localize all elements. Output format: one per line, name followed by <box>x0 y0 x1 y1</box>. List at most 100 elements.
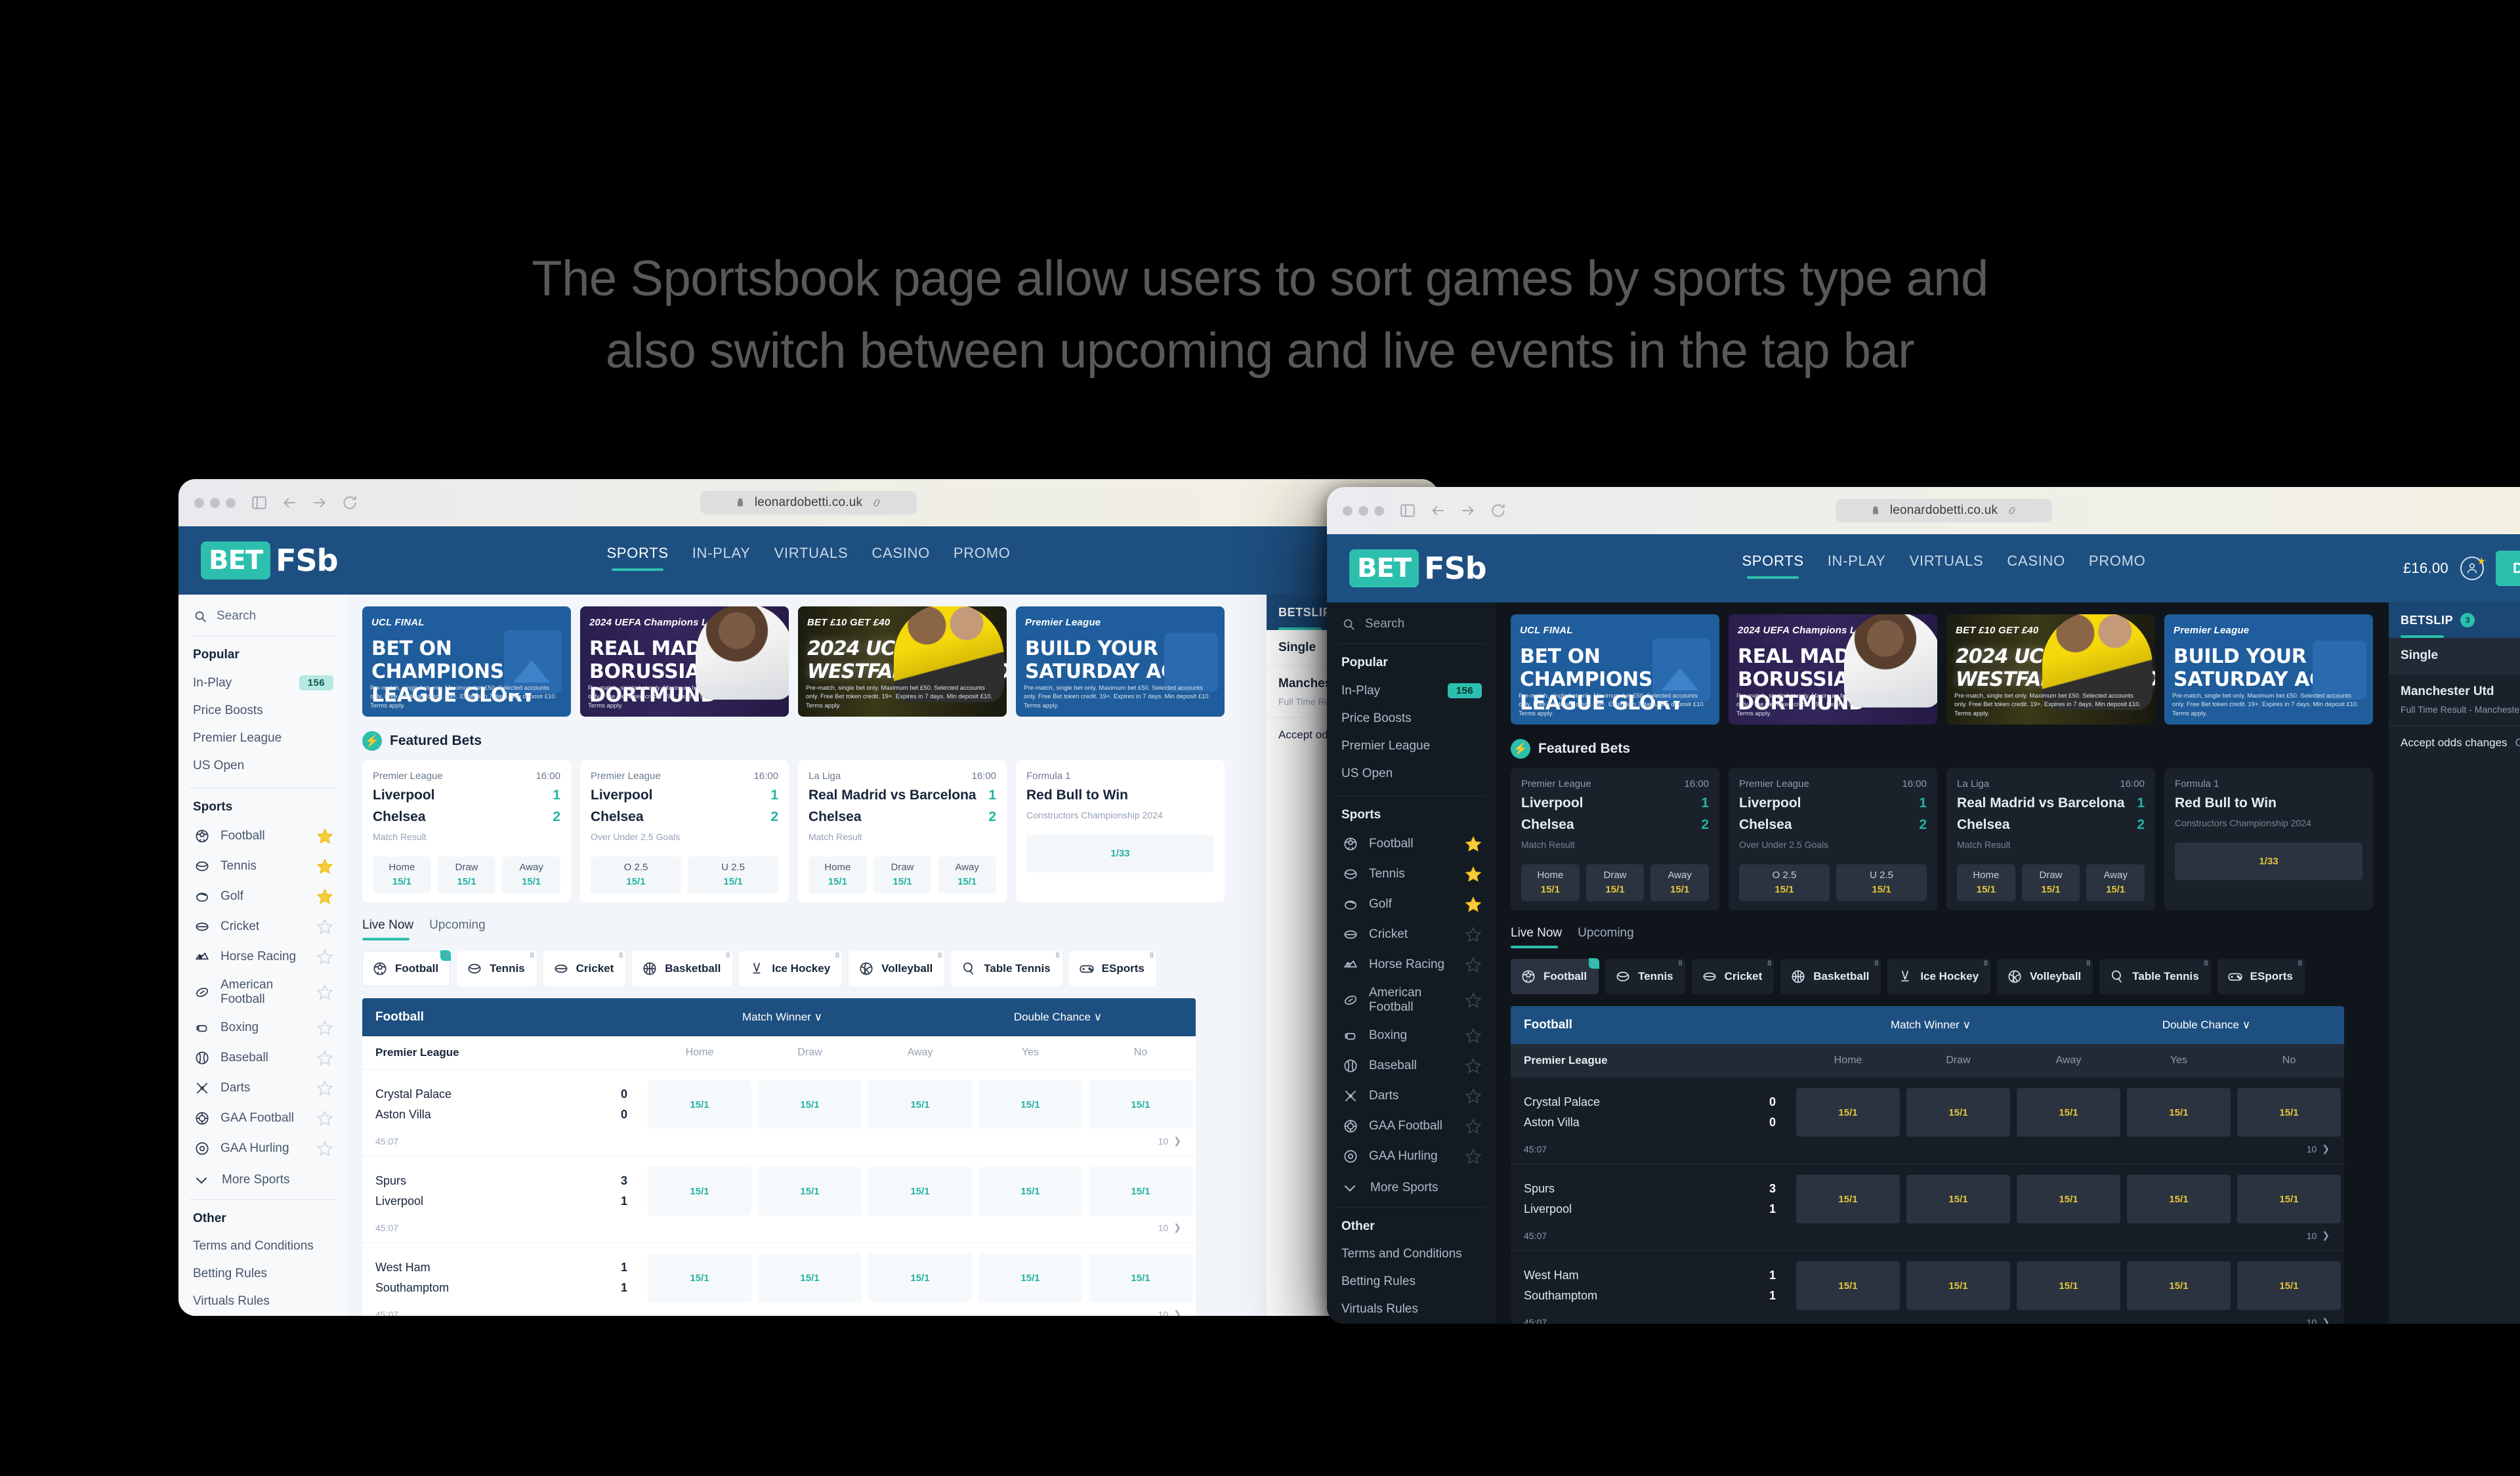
odds-button[interactable]: 15/1 <box>2017 1261 2120 1310</box>
window-controls[interactable] <box>1343 505 1384 516</box>
favourite-star-icon[interactable] <box>1465 1087 1482 1105</box>
odds-button[interactable]: 15/1 <box>1089 1167 1192 1215</box>
promo-banner-2[interactable]: 2024 UEFA Champions League REAL MADRID VS… <box>580 606 789 717</box>
more-markets-button[interactable]: 10 ❯ <box>1158 1309 1181 1316</box>
odds-button[interactable]: Home 15/1 <box>373 856 431 893</box>
odds-button[interactable]: Draw 15/1 <box>873 856 932 893</box>
featured-bet-card[interactable]: Formula 1 Red Bull to Win Constructors Cha… <box>2164 768 2373 910</box>
nav-sports[interactable]: SPORTS <box>1742 553 1803 584</box>
odds-button[interactable]: Draw 15/1 <box>437 856 496 893</box>
sidebar-sport-american-football[interactable]: American Football <box>1337 980 1486 1021</box>
odds-button[interactable]: Away 15/1 <box>2086 864 2145 901</box>
sidebar-sport-golf[interactable]: Golf <box>189 881 337 912</box>
more-markets-button[interactable]: 10 ❯ <box>2307 1230 2330 1241</box>
odds-button[interactable]: 15/1 <box>758 1254 862 1302</box>
favourite-star-icon[interactable] <box>1465 1148 1482 1165</box>
sport-chip-basketball[interactable]: Basketball 8 <box>1780 959 1881 994</box>
odds-button[interactable]: 15/1 <box>2237 1261 2341 1310</box>
market-group-match-winner[interactable]: Match Winner ∨ <box>644 1011 920 1024</box>
odds-button[interactable]: U 2.5 15/1 <box>1836 864 1927 901</box>
odds-button[interactable]: Home 15/1 <box>1957 864 2015 901</box>
sidebar-sport-boxing[interactable]: Boxing <box>189 1013 337 1043</box>
nav-casino[interactable]: CASINO <box>872 545 930 576</box>
sport-chip-ice-hockey[interactable]: Ice Hockey 8 <box>739 951 843 986</box>
favourite-star-icon[interactable] <box>316 1019 333 1036</box>
back-icon[interactable] <box>280 494 299 512</box>
sidebar-sport-tennis[interactable]: Tennis <box>189 851 337 881</box>
favourite-star-icon[interactable] <box>316 984 333 1001</box>
odds-button[interactable]: 15/1 <box>2237 1175 2341 1223</box>
odds-button[interactable]: Home 15/1 <box>1521 864 1580 901</box>
sidebar-item-responsible-gaming[interactable]: Responsible Gaming <box>1337 1323 1486 1324</box>
deposit-button[interactable]: DEP <box>2495 551 2520 586</box>
avatar[interactable]: ★ <box>2460 556 2486 580</box>
sport-chip-volleyball[interactable]: Volleyball 8 <box>1997 959 2093 994</box>
sport-chip-tennis[interactable]: Tennis 8 <box>1605 959 1685 994</box>
tab-live-now[interactable]: Live Now <box>1511 926 1562 948</box>
sidebar-item-terms[interactable]: Terms and Conditions <box>189 1233 337 1260</box>
table-row[interactable]: Crystal Palace 0 Aston Villa 0 15/1 15/1 15/1 1… <box>1511 1077 2344 1164</box>
odds-button[interactable]: 1/33 <box>2175 843 2362 880</box>
table-row[interactable]: West Ham 1 Southamptom 1 15/1 15/1 15/1 15/1 15/… <box>1511 1250 2344 1324</box>
reload-icon[interactable] <box>341 494 359 512</box>
odds-button[interactable]: O 2.5 15/1 <box>591 856 681 893</box>
favourite-star-icon[interactable] <box>1465 866 1482 883</box>
favourite-star-icon[interactable] <box>316 1110 333 1127</box>
favourite-star-icon[interactable] <box>1465 1027 1482 1044</box>
nav-virtuals[interactable]: VIRTUALS <box>774 545 849 576</box>
promo-banner-1[interactable]: UCL FINAL BET ON CHAMPIONS LEAGUE GLORY Pre… <box>1511 614 1719 725</box>
featured-bet-card[interactable]: Premier League 16:00 Liverpool 1 Chelsea 2 Mat… <box>1511 768 1719 910</box>
odds-button[interactable]: 15/1 <box>2237 1088 2341 1137</box>
more-markets-button[interactable]: 10 ❯ <box>2307 1317 2330 1324</box>
sport-chip-table-tennis[interactable]: Table Tennis 8 <box>2099 959 2211 994</box>
odds-button[interactable]: Draw 15/1 <box>1586 864 1645 901</box>
favourite-star-icon[interactable] <box>1465 1118 1482 1135</box>
more-markets-button[interactable]: 10 ❯ <box>1158 1222 1181 1233</box>
window-controls[interactable] <box>194 497 236 508</box>
table-row[interactable]: Spurs 3 Liverpool 1 15/1 15/1 15/1 15/1 15/1 45:0… <box>362 1156 1196 1242</box>
odds-button[interactable]: 15/1 <box>978 1167 1082 1215</box>
sidebar-item-price-boosts[interactable]: Price Boosts <box>1337 705 1486 732</box>
nav-sports[interactable]: SPORTS <box>606 545 668 576</box>
address-bar[interactable]: leonardobetti.co.uk <box>1836 499 2052 522</box>
sport-chip-volleyball[interactable]: Volleyball 8 <box>849 951 945 986</box>
featured-bet-card[interactable]: La Liga 16:00 Real Madrid vs Barcelona 1 Che… <box>1946 768 2155 910</box>
sidebar-sport-gaa-football[interactable]: GAA Football <box>1337 1111 1486 1141</box>
odds-button[interactable]: 15/1 <box>2127 1261 2231 1310</box>
tab-live-now[interactable]: Live Now <box>362 918 413 940</box>
promo-banner-4[interactable]: Premier League BUILD YOUR SATURDAY ACCA Pre… <box>1016 606 1225 717</box>
favourite-star-icon[interactable] <box>316 1080 333 1097</box>
odds-button[interactable]: 15/1 <box>1089 1254 1192 1302</box>
promo-banner-3[interactable]: BET £10 GET £402024 UCL FINALWESTFALENST… <box>798 606 1007 717</box>
address-bar[interactable]: leonardobetti.co.uk <box>700 491 917 515</box>
featured-bet-card[interactable]: La Liga 16:00 Real Madrid vs Barcelona 1 Che… <box>798 760 1007 902</box>
favourite-star-icon[interactable] <box>316 948 333 965</box>
nav-promo[interactable]: PROMO <box>2089 553 2146 584</box>
odds-button[interactable]: Away 15/1 <box>938 856 997 893</box>
sidebar-item-price-boosts[interactable]: Price Boosts <box>189 697 337 725</box>
sidebar-item-betting-rules[interactable]: Betting Rules <box>1337 1268 1486 1296</box>
sport-chip-esports[interactable]: ESports 8 <box>2217 959 2305 994</box>
sport-chip-ice-hockey[interactable]: Ice Hockey 8 <box>1887 959 1991 994</box>
sport-chip-cricket[interactable]: Cricket 8 <box>1691 959 1774 994</box>
favourite-star-icon[interactable] <box>316 1049 333 1066</box>
promo-banner-2[interactable]: 2024 UEFA Champions League REAL MADRID VS… <box>1729 614 1937 725</box>
odds-button[interactable]: 15/1 <box>758 1167 862 1215</box>
favourite-star-icon[interactable] <box>1465 956 1482 973</box>
sidebar-item-premier-league[interactable]: Premier League <box>189 725 337 752</box>
sidebar-item-in-play[interactable]: In-Play 156 <box>189 669 337 697</box>
odds-button[interactable]: 15/1 <box>2017 1088 2120 1137</box>
featured-bet-card[interactable]: Premier League 16:00 Liverpool 1 Chelsea 2 Mat… <box>362 760 571 902</box>
sidebar-sport-darts[interactable]: Darts <box>1337 1081 1486 1111</box>
sport-chip-football[interactable]: Football 8 <box>1511 958 1600 994</box>
more-markets-button[interactable]: 10 ❯ <box>2307 1143 2330 1154</box>
odds-button[interactable]: 15/1 <box>868 1254 972 1302</box>
promo-banner-4[interactable]: Premier League BUILD YOUR SATURDAY ACCA Pre… <box>2164 614 2373 725</box>
favourite-star-icon[interactable] <box>1465 926 1482 943</box>
featured-bet-card[interactable]: Formula 1 Red Bull to Win Constructors Cha… <box>1016 760 1225 902</box>
odds-button[interactable]: 15/1 <box>2127 1175 2231 1223</box>
search-input[interactable]: Search <box>1337 602 1486 643</box>
nav-virtuals[interactable]: VIRTUALS <box>1910 553 1984 584</box>
sidebar-sport-horse-racing[interactable]: Horse Racing <box>189 942 337 972</box>
odds-button[interactable]: 15/1 <box>758 1080 862 1129</box>
